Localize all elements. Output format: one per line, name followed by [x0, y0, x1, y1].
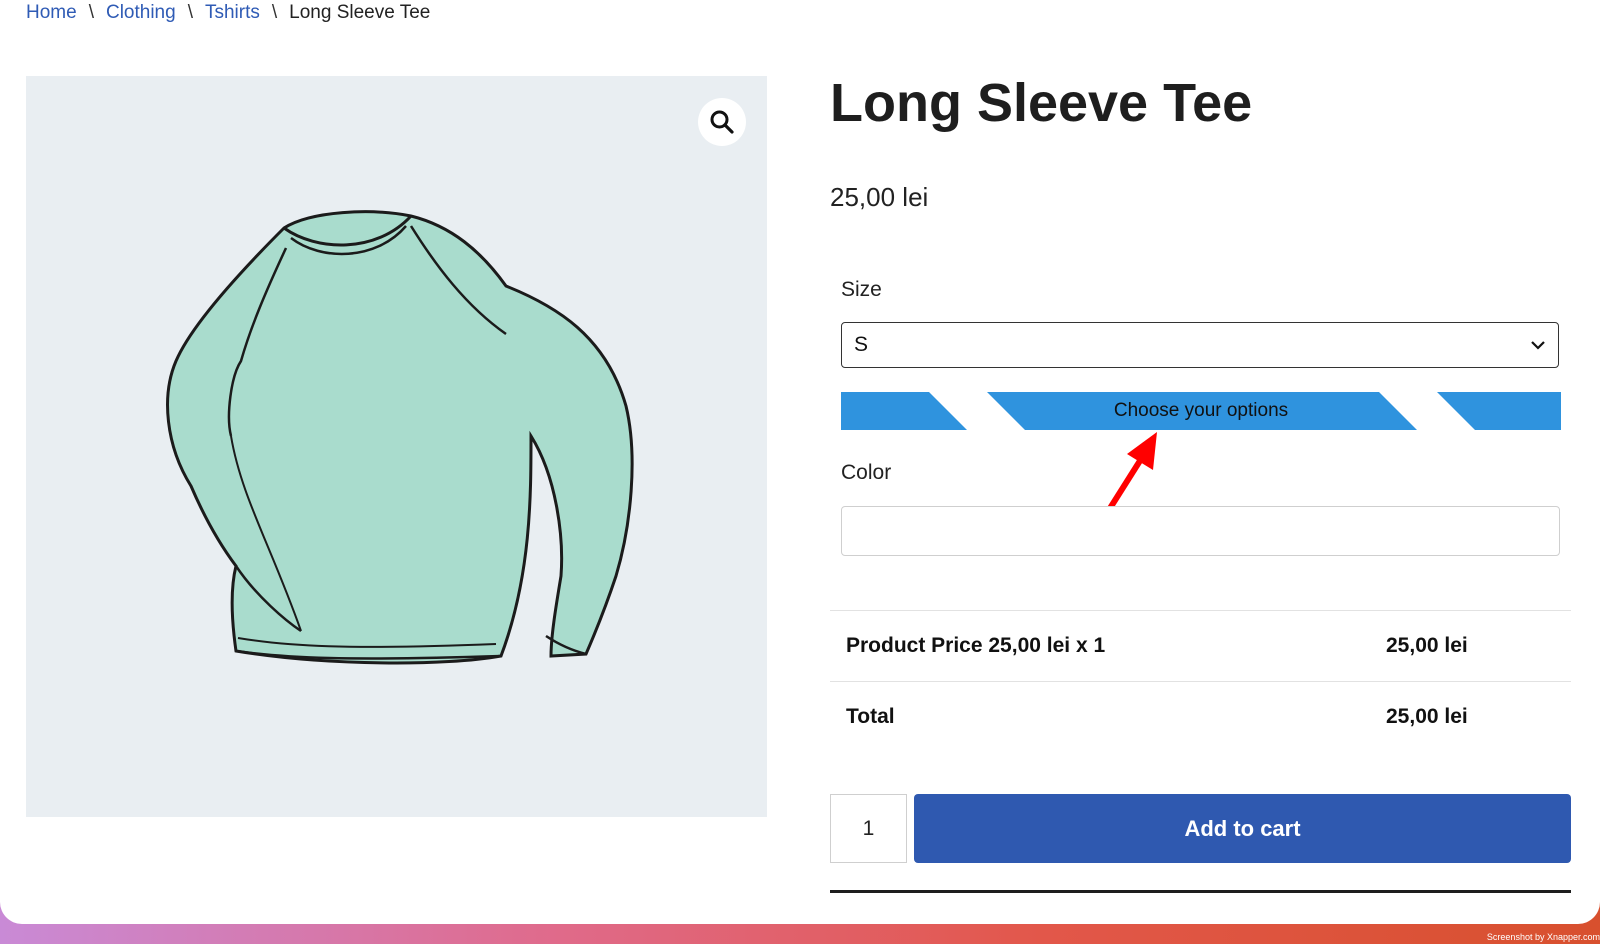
long-sleeve-tee-illustration [166, 210, 634, 665]
product-image[interactable] [26, 76, 767, 817]
search-icon [710, 110, 734, 134]
color-field[interactable] [841, 506, 1560, 556]
zoom-button[interactable] [698, 98, 746, 146]
chevron-down-icon [1531, 341, 1545, 350]
breadcrumb-current: Long Sleeve Tee [289, 2, 431, 23]
price-summary-table: Product Price 25,00 lei x 1 25,00 lei To… [830, 610, 1571, 752]
size-label: Size [841, 278, 882, 301]
breadcrumb-home-link[interactable]: Home [26, 2, 77, 23]
breadcrumb-tshirts-link[interactable]: Tshirts [205, 2, 260, 23]
size-select[interactable]: S [841, 322, 1559, 368]
quantity-input[interactable]: 1 [830, 794, 907, 863]
breadcrumb: Home \ Clothing \ Tshirts \ Long Sleeve Tee [26, 2, 430, 24]
product-price-value: 25,00 lei [1386, 634, 1468, 657]
breadcrumb-clothing-link[interactable]: Clothing [106, 2, 176, 23]
watermark: Screenshot by Xnapper.com [1486, 932, 1600, 942]
table-row: Product Price 25,00 lei x 1 25,00 lei [830, 610, 1571, 681]
total-label: Total [846, 705, 895, 728]
product-price-label: Product Price 25,00 lei x 1 [846, 634, 1106, 657]
options-notice-text: Choose your options [1113, 400, 1289, 421]
size-select-value: S [854, 333, 869, 356]
add-to-cart-button[interactable]: Add to cart [914, 794, 1571, 863]
divider [830, 890, 1571, 893]
breadcrumb-separator: \ [88, 2, 94, 23]
breadcrumb-separator: \ [271, 2, 278, 23]
product-page: Home \ Clothing \ Tshirts \ Long Sleeve Tee Lo… [0, 0, 1600, 924]
color-label: Color [841, 461, 892, 484]
product-price: 25,00 lei [830, 182, 929, 212]
total-value: 25,00 lei [1386, 705, 1468, 728]
product-title: Long Sleeve Tee [830, 73, 1253, 133]
table-row: Total 25,00 lei [830, 681, 1571, 752]
breadcrumb-separator: \ [187, 2, 193, 23]
